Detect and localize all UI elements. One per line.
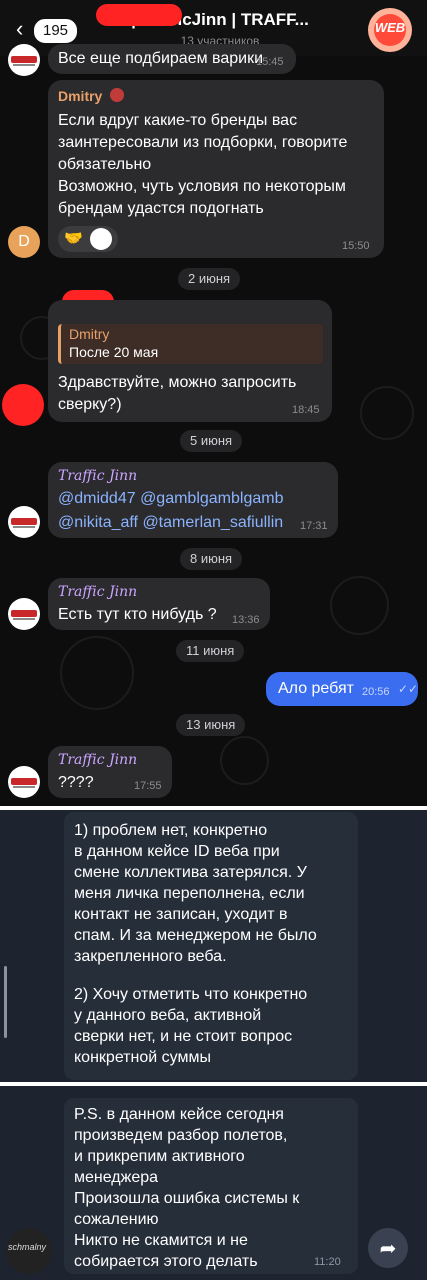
handshake-icon: 🤝 bbox=[64, 230, 83, 247]
message-text: и прикрепим активного bbox=[74, 1148, 245, 1165]
date-separator: 8 июня bbox=[180, 548, 243, 570]
message-text: Есть тут кто нибудь ? bbox=[58, 606, 217, 623]
avatar-text: schmalny bbox=[8, 1242, 47, 1252]
message-sender[interactable]: Traffic Jinn bbox=[58, 752, 137, 768]
message-text: Ало ребят bbox=[278, 680, 354, 697]
sender-avatar[interactable] bbox=[8, 44, 40, 76]
chevron-left-icon: ‹ bbox=[16, 16, 24, 41]
message-time: 18:45 bbox=[292, 404, 320, 416]
reactor-avatar bbox=[90, 228, 112, 250]
mention-link[interactable]: @nikita_aff @tamerlan_safiullin bbox=[58, 512, 283, 534]
message-text: Никто не скамится и не bbox=[74, 1232, 248, 1249]
message-text: в данном кейсе ID веба при bbox=[74, 843, 280, 860]
group-avatar[interactable]: WEB bbox=[368, 8, 412, 52]
date-separator: 5 июня bbox=[180, 430, 243, 452]
message-sender[interactable]: Traffic Jinn bbox=[58, 584, 137, 600]
message-text: P.S. в данном кейсе сегодня bbox=[74, 1106, 284, 1123]
message-time: 11:20 bbox=[314, 1256, 341, 1268]
message-sender[interactable]: Traffic Jinn bbox=[58, 468, 137, 484]
sender-avatar[interactable] bbox=[8, 506, 40, 538]
read-checkmarks-icon: ✓✓ bbox=[398, 682, 419, 696]
forward-button[interactable]: ➦ bbox=[368, 1228, 408, 1268]
message-text: Возможно, чуть условия по некоторым bbox=[58, 178, 346, 195]
message-text: произведем разбор полетов, bbox=[74, 1127, 288, 1144]
message-text: закрепленного веба. bbox=[74, 948, 227, 965]
sender-avatar[interactable] bbox=[8, 598, 40, 630]
message-text: собирается этого делать bbox=[74, 1253, 258, 1270]
redaction-mark bbox=[96, 4, 182, 26]
message-text: Произошла ошибка системы к bbox=[74, 1190, 300, 1207]
outgoing-message-bubble[interactable]: Ало ребят 20:56 ✓✓ bbox=[266, 672, 418, 706]
message-bubble[interactable]: P.S. в данном кейсе сегодня произведем р… bbox=[64, 1098, 358, 1274]
message-bubble[interactable]: Traffic Jinn Есть тут кто нибудь ? 13:36 bbox=[48, 578, 270, 630]
date-separator: 11 июня bbox=[176, 640, 245, 662]
message-time: 20:56 bbox=[362, 686, 390, 698]
message-text: брендам удастся подогнать bbox=[58, 200, 264, 217]
message-text: контакт не записан, уходит в bbox=[74, 906, 288, 923]
sender-avatar[interactable] bbox=[8, 766, 40, 798]
redacted-avatar bbox=[2, 384, 44, 426]
sender-badge-icon bbox=[110, 88, 124, 102]
mention-link[interactable]: @dmidd47 @gamblgamblgamb bbox=[58, 488, 283, 510]
message-bubble[interactable]: Все еще подбираем варики 15:45 bbox=[48, 44, 296, 74]
message-text: ???? bbox=[58, 774, 94, 791]
message-bubble[interactable]: Traffic Jinn ???? 17:55 bbox=[48, 746, 172, 798]
reply-quote[interactable]: Dmitry После 20 мая bbox=[58, 324, 323, 364]
message-bubble[interactable]: Dmitry После 20 мая Здравствуйте, можно … bbox=[48, 300, 332, 422]
message-text: спам. И за менеджером не было bbox=[74, 927, 317, 944]
reply-sender: Dmitry bbox=[69, 326, 110, 342]
message-time: 15:45 bbox=[256, 56, 284, 68]
message-text: обязательно bbox=[58, 156, 152, 173]
message-text: Если вдруг какие-то бренды вас bbox=[58, 112, 298, 129]
message-text: конкретной суммы bbox=[74, 1049, 211, 1066]
scrollbar[interactable] bbox=[4, 966, 7, 1038]
message-text: у данного веба, активной bbox=[74, 1007, 262, 1024]
message-sender[interactable]: Dmitry bbox=[58, 88, 102, 104]
date-separator: 2 июня bbox=[178, 268, 241, 290]
reply-text: После 20 мая bbox=[69, 344, 159, 360]
message-text: Все еще подбираем варики bbox=[58, 50, 264, 67]
message-text: меня личка переполнена, если bbox=[74, 885, 305, 902]
message-bubble[interactable]: 1) проблем нет, конкретно в данном кейсе… bbox=[64, 812, 358, 1080]
message-text: менеджера bbox=[74, 1169, 159, 1186]
forward-arrow-icon: ➦ bbox=[379, 1238, 397, 1260]
message-text: сожалению bbox=[74, 1211, 159, 1228]
back-button[interactable]: ‹ 195 bbox=[12, 16, 82, 44]
message-text: заинтересовали из подборки, говорите bbox=[58, 134, 348, 151]
message-text: 1) проблем нет, конкретно bbox=[74, 822, 268, 839]
date-separator: 13 июня bbox=[176, 714, 246, 736]
message-text: 2) Хочу отметить что конкретно bbox=[74, 986, 308, 1003]
message-bubble[interactable]: Dmitry Если вдруг какие-то бренды вас за… bbox=[48, 80, 384, 258]
reaction-chip[interactable]: 🤝 bbox=[58, 226, 118, 252]
message-bubble[interactable]: Traffic Jinn @dmidd47 @gamblgamblgamb @n… bbox=[48, 462, 338, 538]
message-time: 17:31 bbox=[300, 520, 328, 532]
message-time: 15:50 bbox=[342, 240, 370, 252]
unread-count-badge: 195 bbox=[34, 19, 78, 43]
message-text: сверки нет, и не стоит вопрос bbox=[74, 1028, 293, 1045]
sender-avatar[interactable]: schmalny bbox=[6, 1228, 52, 1274]
message-text: сверку?) bbox=[58, 396, 122, 413]
message-time: 13:36 bbox=[232, 614, 260, 626]
message-time: 17:55 bbox=[134, 780, 162, 792]
message-text: Здравствуйте, можно запросить bbox=[58, 374, 297, 391]
message-text: смене коллектива затерялся. У bbox=[74, 864, 307, 881]
avatar-text: WEB bbox=[374, 20, 406, 35]
sender-avatar[interactable]: D bbox=[8, 226, 40, 258]
